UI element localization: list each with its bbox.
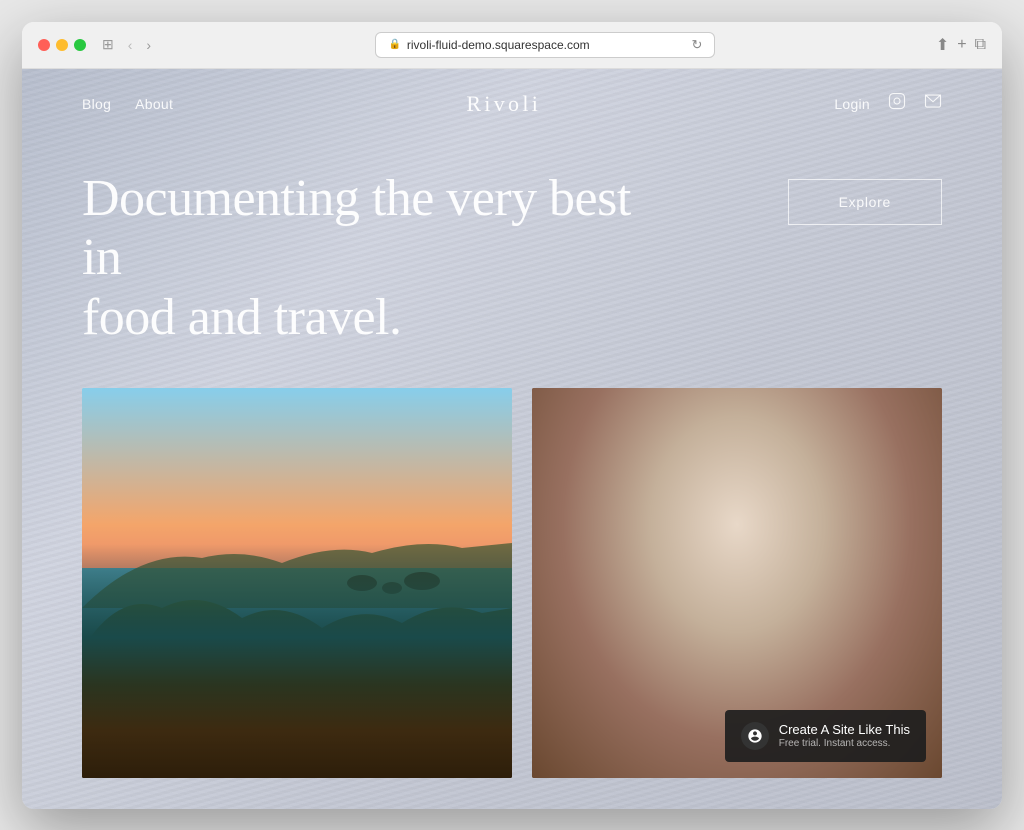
browser-window: ⊞ ‹ › 🔒 rivoli-fluid-demo.squarespace.co… <box>22 22 1002 809</box>
create-site-banner[interactable]: Create A Site Like This Free trial. Inst… <box>725 710 926 762</box>
reload-button[interactable]: ↻ <box>692 37 703 53</box>
login-link[interactable]: Login <box>834 96 870 112</box>
mail-icon[interactable] <box>924 92 942 115</box>
minimize-button[interactable] <box>56 39 68 51</box>
browser-chrome: ⊞ ‹ › 🔒 rivoli-fluid-demo.squarespace.co… <box>22 22 1002 69</box>
nav-right: Login <box>834 92 942 115</box>
site-nav: Blog About Rivoli Login <box>22 69 1002 139</box>
traffic-lights <box>38 39 86 51</box>
coffee-photo-card: Create A Site Like This Free trial. Inst… <box>532 388 942 778</box>
forward-button[interactable]: › <box>142 35 155 55</box>
share-button[interactable]: ⬆ <box>936 35 949 55</box>
site-logo[interactable]: Rivoli <box>466 91 541 117</box>
site-wrapper: Blog About Rivoli Login <box>22 69 1002 809</box>
tab-view-button[interactable]: ⧉ <box>975 36 986 54</box>
hero-headline: Documenting the very best in food and tr… <box>82 169 642 348</box>
sidebar-toggle[interactable]: ⊞ <box>98 34 118 55</box>
coastal-photo <box>82 388 512 778</box>
coastal-photo-card <box>82 388 512 778</box>
explore-button[interactable]: Explore <box>788 179 942 225</box>
new-tab-button[interactable]: + <box>957 36 966 54</box>
hero-section: Documenting the very best in food and tr… <box>22 139 1002 388</box>
banner-text: Create A Site Like This Free trial. Inst… <box>779 722 910 749</box>
photo-grid: Create A Site Like This Free trial. Inst… <box>22 388 1002 778</box>
url-text: rivoli-fluid-demo.squarespace.com <box>407 38 590 52</box>
banner-sub-text: Free trial. Instant access. <box>779 738 910 749</box>
lock-icon: 🔒 <box>388 39 400 50</box>
close-button[interactable] <box>38 39 50 51</box>
banner-main-text: Create A Site Like This <box>779 722 910 737</box>
fullscreen-button[interactable] <box>74 39 86 51</box>
address-bar[interactable]: 🔒 rivoli-fluid-demo.squarespace.com ↻ <box>167 32 924 58</box>
about-link[interactable]: About <box>135 96 173 112</box>
squarespace-icon <box>741 722 769 750</box>
blog-link[interactable]: Blog <box>82 96 111 112</box>
instagram-icon[interactable] <box>888 92 906 115</box>
nav-left: Blog About <box>82 96 173 112</box>
browser-controls: ⊞ ‹ › <box>98 34 155 55</box>
browser-actions: ⬆ + ⧉ <box>936 35 986 55</box>
back-button[interactable]: ‹ <box>124 35 137 55</box>
